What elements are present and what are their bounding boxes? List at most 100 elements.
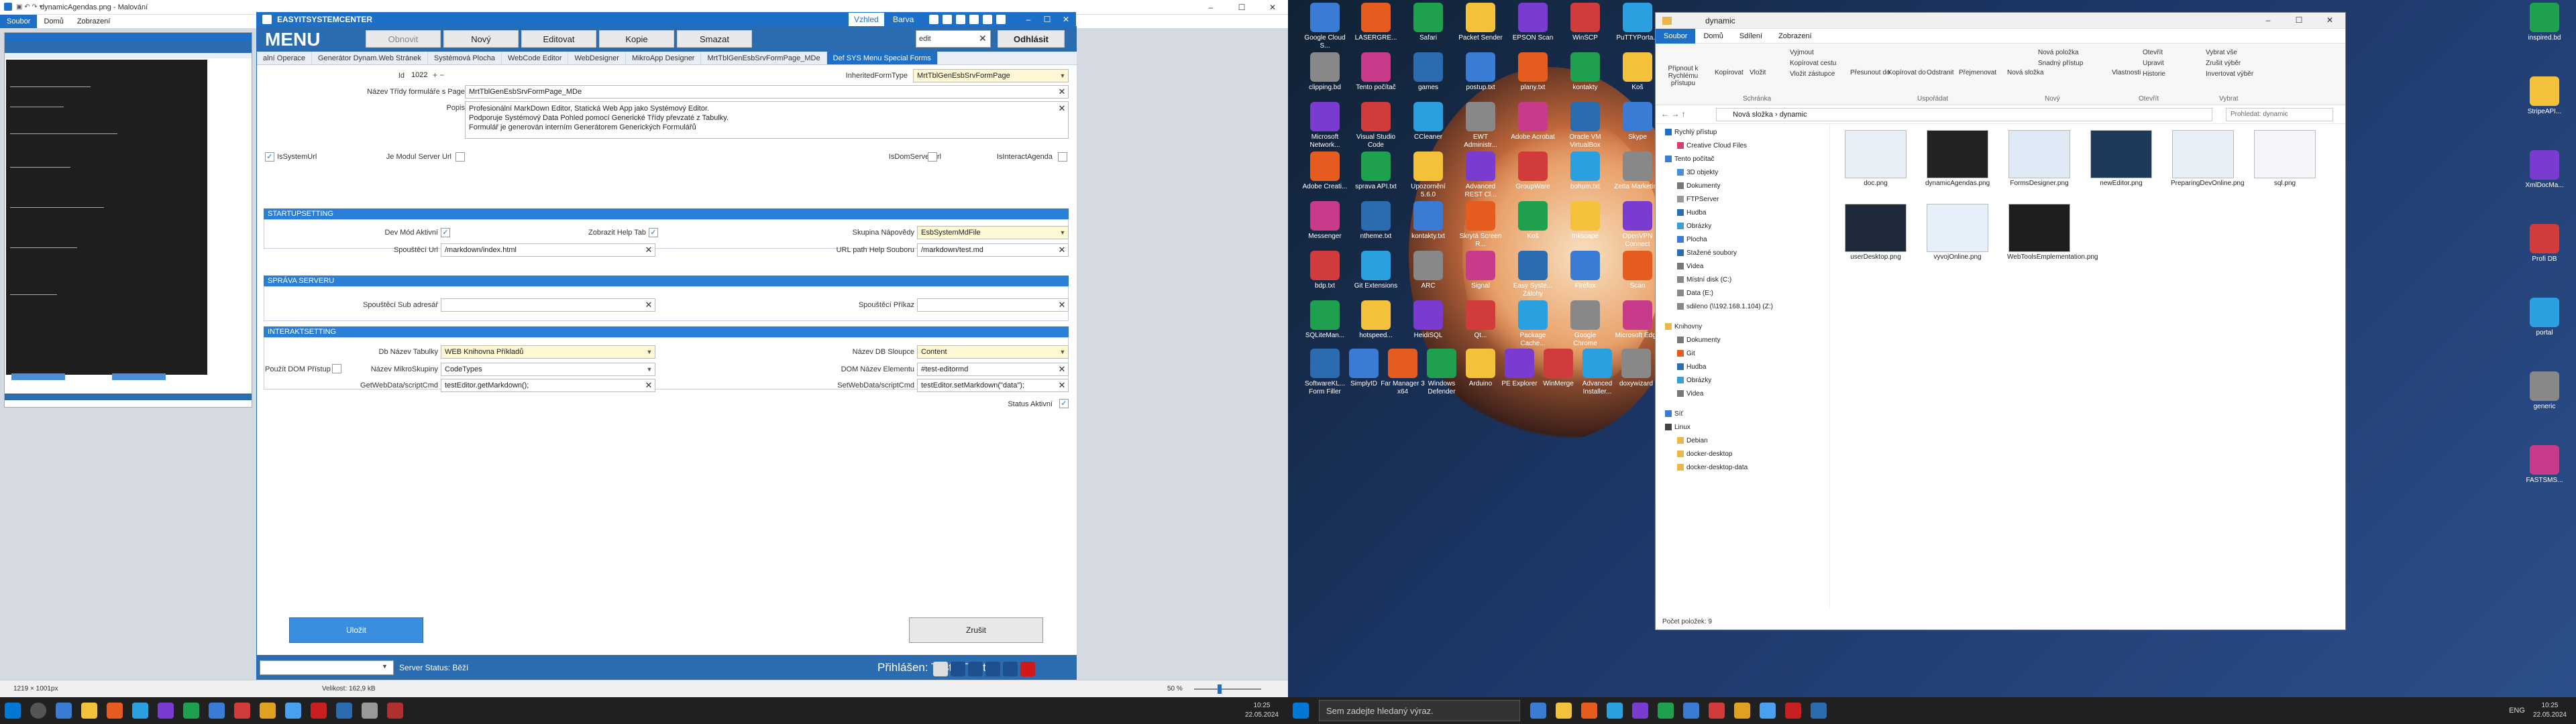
nav-item[interactable]: Debian: [1677, 437, 1708, 444]
chevron-down-icon[interactable]: ▼: [382, 663, 388, 670]
desktop-icon[interactable]: Messenger: [1301, 201, 1348, 241]
desktop-icon[interactable]: Koš: [1614, 52, 1661, 92]
paint-menu-soubor[interactable]: Soubor: [0, 15, 38, 28]
moveto-button[interactable]: Přesunout do: [1850, 69, 1890, 76]
search-clear-icon[interactable]: ✕: [979, 33, 987, 44]
nav-item[interactable]: Knihovny: [1665, 323, 1702, 330]
subaddr-field[interactable]: [441, 298, 655, 312]
rename-button[interactable]: Přejmenovat: [1959, 69, 1996, 76]
desktop-icon[interactable]: PuTTYPorta...: [1614, 3, 1661, 42]
isinteract-checkbox[interactable]: [1058, 152, 1067, 162]
status-dropdown[interactable]: [260, 660, 394, 675]
desktop-icon[interactable]: postup.txt: [1457, 52, 1504, 92]
file-item[interactable]: PreparingDevOnline.png: [2171, 130, 2245, 188]
nav-item[interactable]: Plocha: [1677, 236, 1707, 243]
selectall-button[interactable]: Vybrat vše: [2206, 49, 2237, 56]
desktop-icon[interactable]: Inkscape: [1562, 201, 1609, 241]
desktop-icon[interactable]: Oracle VM VirtualBox: [1562, 102, 1609, 149]
desktop-icon[interactable]: Adobe Acrobat: [1509, 102, 1556, 141]
dbtable-select[interactable]: WEB Knihovna Příkladů: [441, 345, 655, 359]
quick-access-icons[interactable]: ▣ ↶ ↷ ▾: [16, 3, 43, 11]
nav-item[interactable]: Tento počítač: [1665, 156, 1714, 163]
desktop-icon[interactable]: CCleaner: [1405, 102, 1452, 141]
file-item[interactable]: doc.png: [1843, 130, 1908, 188]
logout-button[interactable]: Odhlásit: [998, 30, 1065, 48]
desktop-icon[interactable]: SQLiteMan...: [1301, 300, 1348, 340]
clear-icon[interactable]: ✕: [1057, 363, 1067, 375]
translate-icon[interactable]: [943, 15, 952, 24]
helpurl-field[interactable]: /markdown/test.md: [917, 243, 1069, 257]
isdomserver-checkbox[interactable]: [928, 152, 937, 162]
taskbar-app-icon[interactable]: [158, 703, 174, 719]
copyto-button[interactable]: Kopírovat do: [1888, 69, 1926, 76]
desktop-icon[interactable]: Firefox: [1562, 251, 1609, 290]
devmode-checkbox[interactable]: ✓: [441, 228, 450, 237]
taskbar-app-icon[interactable]: [183, 703, 199, 719]
desktop-icon[interactable]: hotspeed...: [1352, 300, 1399, 340]
clock[interactable]: 10:25 22.05.2024: [2533, 701, 2567, 720]
explorer-close-button[interactable]: ✕: [2314, 13, 2345, 27]
tab-webdesigner[interactable]: WebDesigner: [568, 52, 626, 64]
printer-icon[interactable]: [968, 662, 983, 676]
nav-item[interactable]: Síť: [1665, 410, 1683, 418]
tab-markdown-editor[interactable]: MrtTblGenEsbSrvFormPage_MDe: [701, 52, 827, 64]
desktop-icon[interactable]: Skype: [1614, 102, 1661, 141]
newfolder-button[interactable]: Nová složka: [2007, 69, 2043, 76]
start-icon[interactable]: [5, 703, 21, 719]
desktop-icon[interactable]: Qt...: [1457, 300, 1504, 340]
desktop-icon[interactable]: ARC: [1405, 251, 1452, 290]
issystemurl-checkbox[interactable]: ✓: [265, 152, 274, 162]
desktop-icon[interactable]: EWT Administr...: [1457, 102, 1504, 149]
file-item[interactable]: sql.png: [2253, 130, 2317, 188]
paste-button[interactable]: Vložit: [1750, 69, 1766, 76]
desktop-icon[interactable]: Profi DB: [2521, 224, 2568, 263]
clear-icon[interactable]: ✕: [1057, 244, 1067, 256]
desktop-icon[interactable]: inspired.bd: [2521, 3, 2568, 42]
address-path[interactable]: Nová složka › dynamic: [1716, 108, 2212, 121]
settings-icon[interactable]: [956, 15, 965, 24]
desktop-icon[interactable]: sprava API.txt: [1352, 152, 1399, 191]
taskbar-app-icon[interactable]: [1632, 703, 1648, 719]
taskbar-app-icon[interactable]: [209, 703, 225, 719]
file-item[interactable]: dynamicAgendas.png: [1925, 130, 1990, 188]
app-close-button[interactable]: ✕: [1057, 13, 1075, 26]
nav-item[interactable]: Hudba: [1677, 209, 1706, 217]
taskbar-app-icon[interactable]: [311, 703, 327, 719]
tab-dynamic-web-generator[interactable]: Generátor Dynam.Web Stránek: [312, 52, 428, 64]
explorer-minimize-button[interactable]: –: [2253, 13, 2284, 27]
maximize-button[interactable]: ☐: [1226, 0, 1257, 15]
nav-item[interactable]: Videa: [1677, 390, 1703, 398]
taskbar-app-icon[interactable]: [260, 703, 276, 719]
desktop-icon[interactable]: Microsoft Network...: [1301, 102, 1348, 149]
history-button[interactable]: Historie: [2143, 70, 2165, 78]
desktop-icon[interactable]: Upozornění 5.6.0: [1405, 152, 1452, 199]
menu-logo[interactable]: MENU: [265, 29, 320, 50]
pasteshortcut-button[interactable]: Vložit zástupce: [1790, 70, 1835, 78]
clear-icon[interactable]: ✕: [1057, 299, 1067, 311]
desktop-icon[interactable]: Safari: [1405, 3, 1452, 42]
chevron-down-icon[interactable]: ▼: [645, 363, 654, 375]
desktop-icon[interactable]: GroupWare: [1509, 152, 1556, 191]
taskbar-app-icon[interactable]: [362, 703, 378, 719]
app-minimize-button[interactable]: –: [1019, 13, 1038, 26]
explorer-tab-zobrazeni[interactable]: Zobrazení: [1770, 29, 1820, 44]
modulserver-checkbox[interactable]: [455, 152, 465, 162]
desktop-icon[interactable]: clipping.bd: [1301, 52, 1348, 92]
pin-button[interactable]: Připnout k Rychlému přístupu: [1660, 65, 1707, 87]
desktop-icon[interactable]: kontakty.txt: [1405, 201, 1452, 241]
desktop-icon[interactable]: FASTSMS...: [2521, 445, 2568, 485]
taskbar-app-icon[interactable]: [132, 703, 148, 719]
nav-item[interactable]: Rychlý přístup: [1665, 129, 1717, 136]
getdata-field[interactable]: testEditor.getMarkdown();: [441, 379, 655, 392]
taskbar-app-icon[interactable]: [1734, 703, 1750, 719]
file-item[interactable]: newEditor.png: [2089, 130, 2153, 188]
new-button[interactable]: Nový: [443, 30, 519, 48]
vzhled-button[interactable]: Vzhled: [849, 13, 884, 26]
taskbar-app-icon[interactable]: [1683, 703, 1699, 719]
copypath-button[interactable]: Kopírovat cestu: [1790, 60, 1836, 67]
selectnone-button[interactable]: Zrušit výběr: [2206, 60, 2241, 67]
properties-button[interactable]: Vlastnosti: [2112, 69, 2141, 76]
explorer-maximize-button[interactable]: ☐: [2284, 13, 2314, 27]
paint-menu-domu[interactable]: Domů: [37, 17, 70, 25]
stop-icon[interactable]: [1020, 662, 1035, 676]
